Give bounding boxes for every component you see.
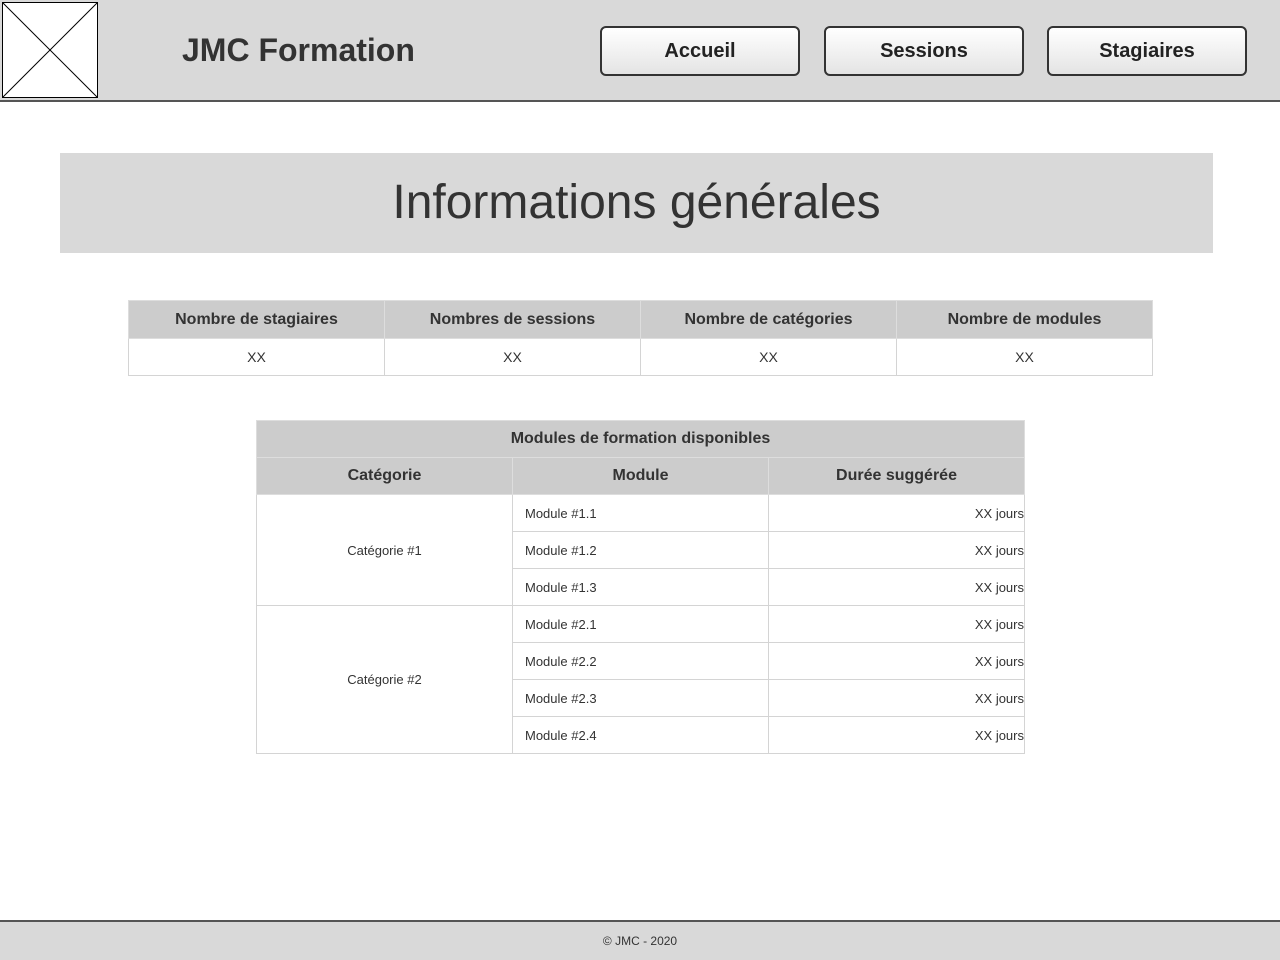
stats-table: Nombre de stagiaires Nombres de sessions…	[128, 300, 1153, 376]
module-cell: Module #2.3	[512, 679, 769, 717]
image-placeholder-icon	[2, 2, 98, 98]
duration-cell: XX jours	[768, 568, 1025, 606]
table-row: Catégorie #1 Module #1.1 XX jours	[256, 494, 1025, 606]
module-cell: Module #1.1	[512, 494, 769, 532]
duration-cell: XX jours	[768, 494, 1025, 532]
page-title: Informations générales	[60, 153, 1213, 253]
stats-header-row: Nombre de stagiaires Nombres de sessions…	[128, 300, 1153, 339]
stats-value-row: XX XX XX XX	[128, 338, 1153, 376]
nav-sessions-button[interactable]: Sessions	[824, 26, 1024, 76]
module-cell: Module #1.2	[512, 531, 769, 569]
duration-cell: XX jours	[768, 716, 1025, 754]
category-cell: Catégorie #2	[256, 605, 513, 754]
module-cell: Module #2.1	[512, 605, 769, 643]
copyright-text: © JMC - 2020	[602, 934, 678, 948]
modules-header-row: Catégorie Module Durée suggérée	[256, 457, 1025, 495]
table-row: Catégorie #2 Module #2.1 XX jours	[256, 605, 1025, 754]
modules-table: Modules de formation disponibles Catégor…	[256, 420, 1025, 754]
site-footer: © JMC - 2020	[0, 920, 1280, 960]
header-module: Module	[512, 457, 769, 495]
stats-value-sessions: XX	[384, 338, 641, 376]
stats-header-stagiaires: Nombre de stagiaires	[128, 300, 385, 339]
stats-header-sessions: Nombres de sessions	[384, 300, 641, 339]
module-cell: Module #2.2	[512, 642, 769, 680]
header-categorie: Catégorie	[256, 457, 513, 495]
stats-header-categories: Nombre de catégories	[640, 300, 897, 339]
duration-cell: XX jours	[768, 605, 1025, 643]
module-cell: Module #2.4	[512, 716, 769, 754]
stats-value-categories: XX	[640, 338, 897, 376]
module-cell: Module #1.3	[512, 568, 769, 606]
modules-table-caption: Modules de formation disponibles	[256, 420, 1025, 458]
duration-cell: XX jours	[768, 642, 1025, 680]
site-title: JMC Formation	[182, 32, 415, 68]
duration-cell: XX jours	[768, 531, 1025, 569]
nav-stagiaires-button[interactable]: Stagiaires	[1047, 26, 1247, 76]
modules-caption-row: Modules de formation disponibles	[256, 420, 1025, 458]
stats-value-stagiaires: XX	[128, 338, 385, 376]
site-header: JMC Formation Accueil Sessions Stagiaire…	[0, 0, 1280, 102]
duration-cell: XX jours	[768, 679, 1025, 717]
stats-value-modules: XX	[896, 338, 1153, 376]
header-duree: Durée suggérée	[768, 457, 1025, 495]
nav-accueil-button[interactable]: Accueil	[600, 26, 800, 76]
stats-header-modules: Nombre de modules	[896, 300, 1153, 339]
category-cell: Catégorie #1	[256, 494, 513, 606]
